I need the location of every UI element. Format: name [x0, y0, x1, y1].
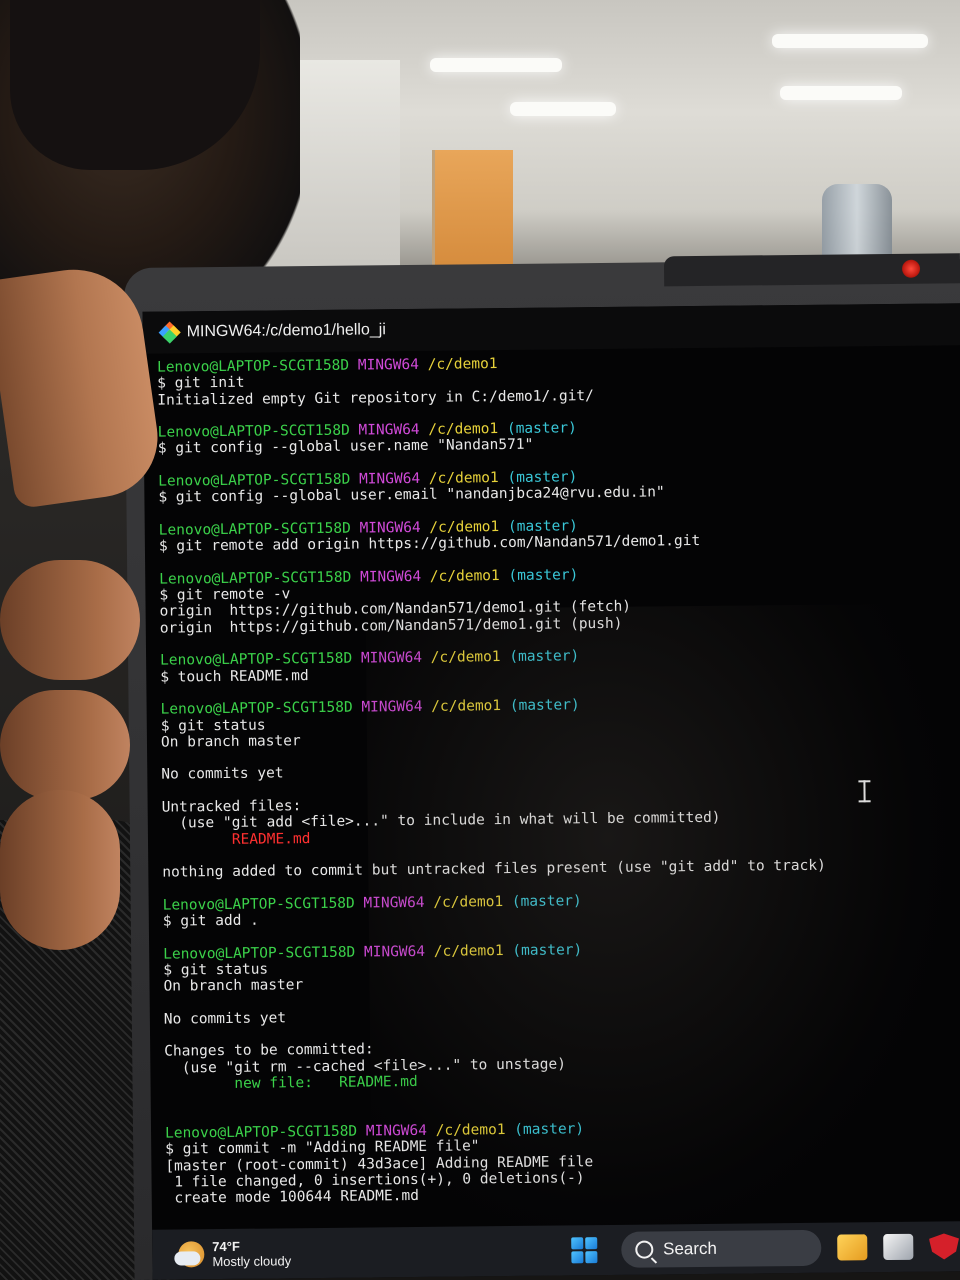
prompt-shell: MINGW64 [363, 943, 426, 961]
prompt-path: /c/demo1 [429, 567, 500, 585]
prompt-shell: MINGW64 [363, 894, 425, 912]
prompt-branch: (master) [507, 469, 578, 487]
ceiling-light [430, 58, 562, 72]
window-title: MINGW64:/c/demo1/hello_ji [186, 321, 386, 341]
prompt-shell: MINGW64 [359, 568, 422, 586]
app-stack-icon[interactable] [882, 1233, 914, 1261]
prompt-shell: MINGW64 [360, 650, 423, 667]
hand-finger [0, 690, 130, 800]
prompt-branch: (master) [512, 941, 583, 959]
photo-scene: MINGW64:/c/demo1/hello_ji Lenovo@LAPTOP-… [0, 0, 960, 1280]
prompt-shell: MINGW64 [359, 519, 421, 537]
git-bash-icon [158, 321, 181, 344]
prompt-path: /c/demo1 [428, 421, 499, 439]
prompt-shell: MINGW64 [365, 1122, 428, 1140]
weather-temperature: 74°F [212, 1238, 240, 1255]
search-icon [634, 1240, 654, 1259]
prompt-user: Lenovo@LAPTOP-SCGT158D [163, 944, 356, 963]
prompt-branch: (master) [507, 518, 578, 535]
ceiling-light [780, 86, 902, 100]
prompt-path: /c/demo1 [427, 356, 498, 373]
prompt-path: /c/demo1 [435, 1122, 506, 1139]
file-explorer-icon[interactable] [836, 1234, 868, 1261]
text-cursor-icon [863, 780, 866, 803]
weather-icon [178, 1241, 205, 1268]
prompt-shell: MINGW64 [361, 699, 423, 716]
terminal-output[interactable]: Lenovo@LAPTOP-SCGT158D MINGW64 /c/demo1 $… [143, 345, 960, 1207]
prompt-path: /c/demo1 [430, 649, 501, 667]
prompt-user: Lenovo@LAPTOP-SCGT158D [164, 1123, 358, 1142]
prompt-branch: (master) [509, 648, 580, 666]
prompt-branch: (master) [511, 893, 582, 910]
laptop: MINGW64:/c/demo1/hello_ji Lenovo@LAPTOP-… [124, 253, 960, 1280]
prompt-path: /c/demo1 [431, 698, 502, 716]
weather-widget[interactable]: 74°F Mostly cloudy [178, 1238, 291, 1269]
prompt-user: Lenovo@LAPTOP-SCGT158D [162, 895, 355, 914]
webcam-icon [901, 259, 921, 278]
search-label: Search [662, 1238, 718, 1259]
prompt-branch: (master) [514, 1121, 585, 1138]
laptop-screen: MINGW64:/c/demo1/hello_ji Lenovo@LAPTOP-… [142, 303, 960, 1280]
prompt-branch: (master) [508, 567, 579, 584]
prompt-path: /c/demo1 [433, 893, 504, 911]
background-door [432, 150, 513, 272]
mcafee-shield-icon[interactable] [929, 1233, 959, 1259]
windows-start-icon[interactable] [570, 1237, 598, 1264]
prompt-user: Lenovo@LAPTOP-SCGT158D [159, 569, 352, 588]
prompt-shell: MINGW64 [358, 470, 421, 488]
prompt-user: Lenovo@LAPTOP-SCGT158D [157, 422, 350, 441]
prompt-user: Lenovo@LAPTOP-SCGT158D [158, 471, 351, 490]
ceiling-light [772, 34, 928, 48]
weather-description: Mostly cloudy [212, 1253, 292, 1270]
hand-finger [0, 560, 140, 680]
prompt-user: Lenovo@LAPTOP-SCGT158D [156, 357, 350, 376]
prompt-shell: MINGW64 [357, 356, 420, 374]
prompt-path: /c/demo1 [428, 470, 499, 487]
prompt-user: Lenovo@LAPTOP-SCGT158D [160, 699, 353, 718]
taskbar: 74°F Mostly cloudy Search [152, 1221, 960, 1280]
prompt-path: /c/demo1 [433, 942, 504, 960]
prompt-path: /c/demo1 [429, 519, 500, 536]
prompt-user: Lenovo@LAPTOP-SCGT158D [160, 650, 353, 669]
prompt-shell: MINGW64 [358, 422, 420, 439]
ceiling-light [510, 102, 616, 116]
hand-finger [0, 790, 120, 950]
prompt-branch: (master) [509, 697, 580, 715]
prompt-user: Lenovo@LAPTOP-SCGT158D [158, 520, 351, 539]
prompt-branch: (master) [506, 420, 577, 438]
taskbar-search[interactable]: Search [620, 1229, 822, 1268]
